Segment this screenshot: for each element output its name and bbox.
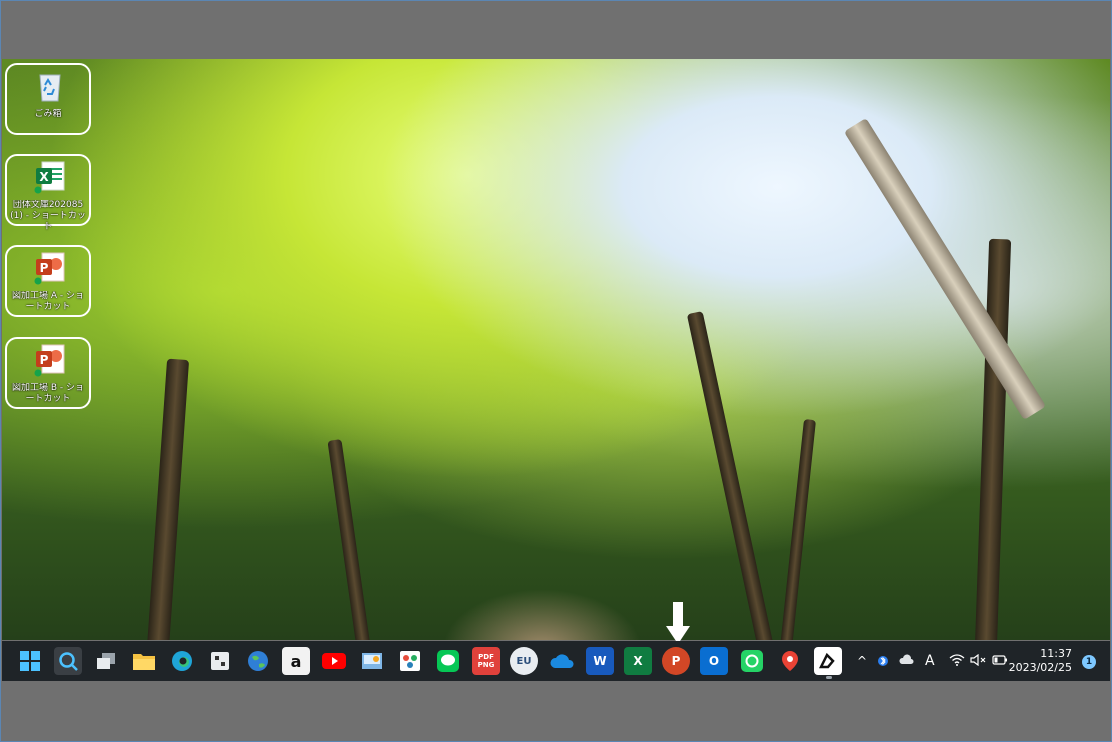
paint-button[interactable]: [396, 647, 424, 675]
search-button[interactable]: [54, 647, 82, 675]
desktop-icon-label: ごみ箱: [34, 109, 62, 119]
powerpoint-file-icon: P: [34, 252, 65, 285]
map-pin-icon: [782, 651, 798, 671]
bluetooth-icon[interactable]: [878, 654, 888, 671]
excel-button[interactable]: X: [624, 647, 652, 675]
clock-date: 2023/02/25: [1008, 661, 1072, 674]
outlook-icon: O: [708, 654, 720, 668]
svg-text:P: P: [40, 353, 49, 367]
task-view-button[interactable]: [92, 647, 120, 675]
amazon-button[interactable]: a: [282, 647, 310, 675]
tree-trunk: [327, 439, 371, 640]
control-panel-icon: [362, 653, 382, 669]
pen-app-button[interactable]: [814, 647, 842, 675]
eu-app-icon: EU: [516, 655, 532, 667]
cloud-icon[interactable]: [898, 654, 914, 669]
desktop-icon-recycle-bin[interactable]: ごみ箱: [5, 63, 91, 135]
powerpoint-button[interactable]: P: [662, 647, 690, 675]
desktop-icon-powerpoint-shortcut-a[interactable]: P 図加工場 A - ショートカット: [5, 245, 91, 317]
control-panel-button[interactable]: [358, 647, 386, 675]
volume-muted-icon[interactable]: [970, 653, 986, 669]
word-icon: W: [593, 654, 607, 668]
desktop-icon-label: 図加工場 A - ショートカット: [12, 291, 84, 312]
desktop-icon-label: 図加工場 B - ショートカット: [11, 383, 84, 404]
wifi-icon[interactable]: [949, 654, 965, 669]
tree-trunk: [686, 311, 774, 640]
windows-start-icon: [20, 651, 40, 671]
chat-phone-button[interactable]: [738, 647, 766, 675]
amazon-icon: a: [290, 651, 302, 671]
outlook-button[interactable]: O: [700, 647, 728, 675]
maps-button[interactable]: [776, 647, 804, 675]
ime-indicator[interactable]: A: [925, 654, 935, 668]
forest-path: [442, 589, 642, 640]
svg-text:X: X: [39, 170, 49, 184]
recycle-bin-icon: [39, 74, 61, 102]
clock-time: 11:37: [1040, 647, 1072, 660]
youtube-icon: [322, 653, 346, 669]
edge-browser-icon: [172, 651, 192, 671]
powerpoint-file-icon: P: [34, 344, 65, 377]
tree-trunk: [974, 238, 1012, 640]
tree-trunk: [146, 358, 190, 640]
battery-icon[interactable]: [992, 654, 1008, 669]
pdf-png-button[interactable]: PDF PNG: [472, 647, 500, 675]
line-button[interactable]: [434, 647, 462, 675]
desktop-wallpaper: [2, 59, 1110, 640]
eu-app-button[interactable]: EU: [510, 647, 538, 675]
desktop-icon-powerpoint-shortcut-b[interactable]: P 図加工場 B - ショートカット: [5, 337, 91, 409]
start-button[interactable]: [16, 647, 44, 675]
onedrive-icon: [550, 654, 574, 668]
desktop-icon-excel-shortcut[interactable]: X 団体文庫202085 (1) - ショートカット: [5, 154, 91, 232]
search-icon: [59, 652, 78, 671]
onedrive-button[interactable]: [548, 647, 576, 675]
powerpoint-icon: P: [671, 654, 681, 668]
running-indicator: [826, 676, 832, 679]
word-button[interactable]: W: [586, 647, 614, 675]
excel-file-icon: X: [34, 161, 65, 194]
edge-button[interactable]: [168, 647, 196, 675]
show-hidden-icons-button[interactable]: ^: [857, 654, 867, 668]
globe-icon: [248, 651, 268, 671]
task-view-icon: [97, 653, 115, 669]
phone-chat-icon: [741, 650, 763, 672]
taskbar: a PDF PNG EU W X P O ^ A 11:37 2023/02/2…: [2, 641, 1110, 681]
dice-app-button[interactable]: [206, 647, 234, 675]
youtube-button[interactable]: [320, 647, 348, 675]
tree-trunk: [780, 419, 816, 640]
line-chat-icon: [437, 650, 459, 672]
file-explorer-button[interactable]: [130, 647, 158, 675]
down-arrow-indicator: [666, 602, 690, 644]
tree-trunk: [843, 117, 1047, 421]
globe-app-button[interactable]: [244, 647, 272, 675]
dice-app-icon: [211, 652, 229, 670]
pen-app-icon: [818, 652, 835, 669]
folder-icon: [133, 654, 155, 670]
desktop-icon-label: 団体文庫202085 (1) - ショートカット: [10, 200, 86, 232]
clock[interactable]: 11:37 2023/02/25: [1009, 647, 1072, 675]
excel-icon: X: [633, 654, 643, 668]
paint-icon: [400, 651, 420, 671]
svg-text:P: P: [40, 261, 49, 275]
pdf-png-icon: PDF PNG: [477, 653, 495, 669]
notification-badge[interactable]: 1: [1082, 655, 1096, 669]
